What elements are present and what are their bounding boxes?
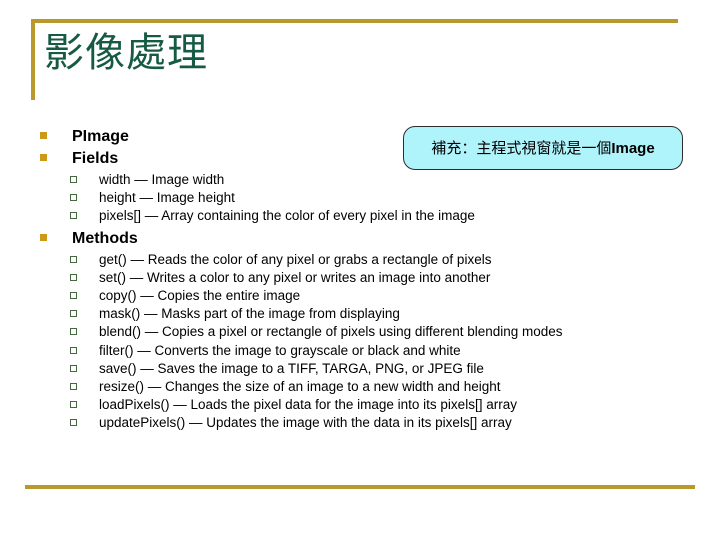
square-bullet-icon bbox=[40, 154, 47, 161]
outline-level2-list: width — Image width height — Image heigh… bbox=[64, 171, 682, 226]
outline-level2-label: width — Image width bbox=[99, 172, 225, 187]
outline-level2-label: get() — Reads the color of any pixel or … bbox=[99, 251, 492, 267]
outline-level1-list: PImage Fields width — Image width height… bbox=[38, 126, 682, 433]
list-item: height — Image height bbox=[64, 189, 682, 207]
list-item: loadPixels() — Loads the pixel data for … bbox=[64, 396, 682, 414]
list-item: copy() — Copies the entire image bbox=[64, 287, 682, 305]
list-item: pixels[] — Array containing the color of… bbox=[64, 207, 682, 225]
hollow-square-bullet-icon bbox=[70, 255, 77, 263]
list-item: Methods bbox=[38, 228, 682, 249]
hollow-square-bullet-icon bbox=[70, 383, 77, 391]
list-item: width — Image width bbox=[64, 171, 682, 189]
hollow-square-bullet-icon bbox=[70, 292, 77, 300]
hollow-square-bullet-icon bbox=[70, 328, 77, 336]
square-bullet-icon bbox=[40, 132, 47, 139]
outline-level2-label: filter() — Converts the image to graysca… bbox=[99, 342, 461, 358]
outline-level2-label: pixels[] — Array containing the color of… bbox=[99, 208, 475, 224]
list-item: set() — Writes a color to any pixel or w… bbox=[64, 269, 682, 287]
list-item: save() — Saves the image to a TIFF, TARG… bbox=[64, 360, 682, 378]
list-item: blend() — Copies a pixel or rectangle of… bbox=[64, 323, 682, 341]
outline-level2-label: mask() — Masks part of the image from di… bbox=[99, 306, 400, 322]
outline-level2-label: set() — Writes a color to any pixel or w… bbox=[99, 269, 491, 285]
left-gold-rule bbox=[31, 19, 35, 100]
outline-content: PImage Fields width — Image width height… bbox=[38, 126, 682, 435]
list-item: updatePixels() — Updates the image with … bbox=[64, 414, 682, 432]
list-item: mask() — Masks part of the image from di… bbox=[64, 305, 682, 323]
outline-level2-group: width — Image width height — Image heigh… bbox=[38, 171, 682, 226]
hollow-square-bullet-icon bbox=[70, 212, 77, 220]
outline-level1-label: Fields bbox=[72, 150, 119, 167]
hollow-square-bullet-icon bbox=[70, 310, 77, 318]
outline-level2-label: copy() — Copies the entire image bbox=[99, 288, 301, 304]
outline-level1-label: Methods bbox=[72, 229, 138, 247]
list-item: resize() — Changes the size of an image … bbox=[64, 378, 682, 396]
callout-text: 補充：主程式視窗就是一個Image bbox=[431, 138, 655, 157]
slide: 影像處理 PImage Fields width — Image width h… bbox=[0, 0, 720, 540]
outline-level2-label: save() — Saves the image to a TIFF, TARG… bbox=[99, 360, 484, 376]
outline-level2-label: resize() — Changes the size of an image … bbox=[99, 379, 501, 395]
outline-level2-list: get() — Reads the color of any pixel or … bbox=[64, 251, 682, 433]
hollow-square-bullet-icon bbox=[70, 346, 77, 354]
square-bullet-icon bbox=[40, 233, 47, 241]
callout-text-prefix: 補充：主程式視窗就是一個 bbox=[431, 138, 612, 157]
outline-level2-label: updatePixels() — Updates the image with … bbox=[99, 415, 512, 431]
list-item: filter() — Converts the image to graysca… bbox=[64, 342, 682, 360]
outline-level1-label: PImage bbox=[72, 128, 129, 145]
outline-level2-label: height — Image height bbox=[99, 190, 235, 206]
hollow-square-bullet-icon bbox=[70, 401, 77, 409]
page-title: 影像處理 bbox=[44, 30, 208, 76]
list-item: get() — Reads the color of any pixel or … bbox=[64, 251, 682, 269]
outline-level2-group: get() — Reads the color of any pixel or … bbox=[38, 251, 682, 433]
outline-level2-label: blend() — Copies a pixel or rectangle of… bbox=[99, 324, 563, 340]
hollow-square-bullet-icon bbox=[70, 273, 77, 281]
bottom-gold-rule bbox=[25, 485, 695, 489]
callout-box: 補充：主程式視窗就是一個Image bbox=[403, 126, 683, 170]
hollow-square-bullet-icon bbox=[70, 176, 77, 183]
hollow-square-bullet-icon bbox=[70, 364, 77, 372]
hollow-square-bullet-icon bbox=[70, 194, 77, 202]
outline-level2-label: loadPixels() — Loads the pixel data for … bbox=[99, 397, 517, 413]
hollow-square-bullet-icon bbox=[70, 419, 77, 427]
top-gold-rule bbox=[31, 19, 678, 23]
callout-text-emphasis: Image bbox=[611, 139, 655, 157]
